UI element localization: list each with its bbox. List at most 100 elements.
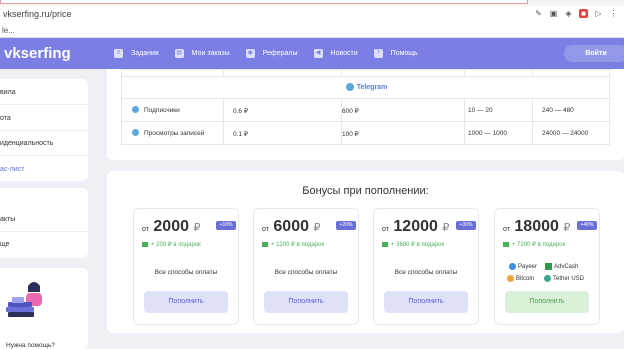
telegram-icon: [345, 83, 354, 91]
divider: [464, 69, 465, 76]
tasks-icon: ≡: [114, 49, 123, 58]
money-icon: [382, 242, 388, 247]
money-icon: [503, 242, 509, 247]
nav-referrals[interactable]: ◉ Рефералы: [245, 49, 298, 58]
send-icon[interactable]: ▷: [594, 9, 603, 18]
price-table-card: Telegram Подписчики 0.6 ₽ 600 ₽ 10 — 20 …: [107, 69, 624, 160]
extension-icon[interactable]: ■: [579, 9, 588, 18]
gift-label: + 3600 ₽ в подарок: [391, 242, 445, 248]
method-label: Payeer: [518, 263, 538, 270]
bonus-percent-badge: +10%: [216, 221, 236, 230]
bitcoin-method: Bitcoin: [507, 275, 534, 282]
amount: 12000: [393, 218, 438, 235]
menu-dots-icon[interactable]: ⋮: [609, 9, 618, 18]
bookmarks-bar: le...: [0, 22, 624, 38]
divider: [0, 104, 88, 105]
address-bar[interactable]: vkserfing.ru/price ✎ ▣ ◈ ■ ▷ ⋮: [0, 6, 624, 22]
service-name: Подписчики: [144, 107, 180, 114]
divider: [0, 155, 88, 156]
payment-methods: Все способы оплаты: [274, 269, 338, 276]
gift-text: + 1200 ₽ в подарок: [262, 241, 324, 248]
gift-text: + 200 ₽ в подарок: [142, 241, 201, 248]
logo[interactable]: vkserfing: [4, 45, 71, 62]
bookmark-item[interactable]: le...: [2, 26, 15, 35]
divider: [122, 98, 611, 99]
nav-orders[interactable]: ▤ Мои заказы: [174, 49, 230, 58]
speed-range: 24000 — 24000: [542, 130, 589, 137]
service-name: Просмотры записей: [144, 130, 205, 137]
prefix: от: [262, 226, 269, 233]
megaphone-icon: ◀: [313, 49, 323, 58]
bonus-tier: от 6000 ₽ +20% + 1200 ₽ в подарок Все сп…: [253, 208, 359, 325]
prefix: от: [382, 226, 389, 233]
tier-amount: от 18000 ₽: [503, 218, 570, 236]
bonus-title: Бонусы при пополнении:: [302, 185, 429, 197]
sidebar-item[interactable]: иденциальность: [0, 140, 53, 147]
method-label: AdvCash: [554, 263, 579, 270]
nav-tasks[interactable]: ≡ Задания: [114, 49, 159, 58]
bonus-percent-badge: +40%: [577, 221, 597, 230]
nav-news[interactable]: ◀ Новости: [313, 49, 358, 58]
gift-text: + 3600 ₽ в подарок: [382, 241, 444, 248]
sidebar-item[interactable]: акты: [0, 216, 15, 223]
site-header: vkserfing ≡ Задания ▤ Мои заказы ◉ Рефералы…: [0, 38, 624, 69]
speed-range: 240 — 480: [542, 107, 574, 114]
nav-label: Новости: [330, 50, 358, 57]
quantity-range: 10 — 20: [468, 107, 493, 114]
advcash-method: AdvCash: [545, 263, 578, 270]
help-label[interactable]: Нужна помощь?: [6, 342, 55, 349]
sidebar-item-price-list[interactable]: ас-лист: [0, 166, 24, 173]
divider: [223, 69, 224, 76]
bonus-percent-badge: +20%: [336, 221, 356, 230]
divider: [0, 130, 88, 131]
divider: [0, 231, 88, 232]
login-button[interactable]: Войти: [564, 45, 624, 62]
url-text[interactable]: vkserfing.ru/price: [3, 9, 72, 19]
payeer-icon: [509, 263, 516, 270]
sidebar-links-card: вила ота иденциальность ас-лист: [0, 79, 88, 181]
referrals-icon: ◉: [245, 49, 255, 58]
quantity-range: 1000 — 1000: [468, 130, 508, 137]
help-illustration: [6, 282, 42, 317]
telegram-icon: [132, 129, 139, 136]
currency: ₽: [563, 222, 571, 234]
tier-amount: от 2000 ₽: [142, 218, 200, 236]
edit-icon[interactable]: ✎: [534, 9, 543, 18]
telegram-section-header: Telegram: [122, 76, 611, 98]
price-per-unit: 0.1 ₽: [233, 131, 248, 138]
screenshot-icon[interactable]: ▣: [549, 9, 558, 18]
shield-icon[interactable]: ◈: [564, 9, 573, 18]
gift-label: + 200 ₽ в подарок: [151, 242, 201, 248]
prefix: от: [503, 226, 510, 233]
amount: 6000: [273, 218, 309, 235]
method-label: Bitcoin: [516, 275, 535, 282]
tether-method: Tether USD: [544, 275, 584, 282]
bitcoin-icon: [507, 275, 514, 282]
money-icon: [142, 242, 148, 247]
divider: [532, 69, 533, 76]
sidebar-contacts-card: акты ще: [0, 188, 88, 258]
money-icon: [262, 242, 268, 247]
advcash-icon: [545, 263, 552, 270]
sidebar-item[interactable]: ще: [0, 241, 10, 248]
sidebar-item[interactable]: вила: [0, 89, 16, 96]
bonus-tier: от 18000 ₽ +40% + 7200 ₽ в подарок Payee…: [494, 208, 600, 325]
bonus-tier: от 12000 ₽ +30% + 3600 ₽ в подарок Все с…: [373, 208, 479, 325]
topup-button[interactable]: Пополнить: [505, 291, 589, 313]
currency: ₽: [442, 222, 450, 234]
main-nav: ≡ Задания ▤ Мои заказы ◉ Рефералы ◀ Новости …: [114, 38, 434, 69]
nav-label: Помощь: [390, 50, 418, 57]
topup-button[interactable]: Пополнить: [264, 291, 348, 313]
divider: [122, 69, 611, 70]
nav-help[interactable]: ? Помощь: [373, 49, 418, 58]
price-total: 100 ₽: [342, 131, 359, 138]
payment-methods: Все способы оплаты: [154, 269, 218, 276]
amount: 18000: [514, 218, 559, 235]
tether-icon: [544, 275, 551, 282]
sidebar-item[interactable]: ота: [0, 115, 11, 122]
topup-button[interactable]: Пополнить: [144, 291, 228, 313]
topup-button[interactable]: Пополнить: [384, 291, 468, 313]
nav-label: Задания: [131, 50, 159, 57]
section-title: Telegram: [356, 83, 388, 91]
payeer-method: Payeer: [509, 263, 537, 270]
